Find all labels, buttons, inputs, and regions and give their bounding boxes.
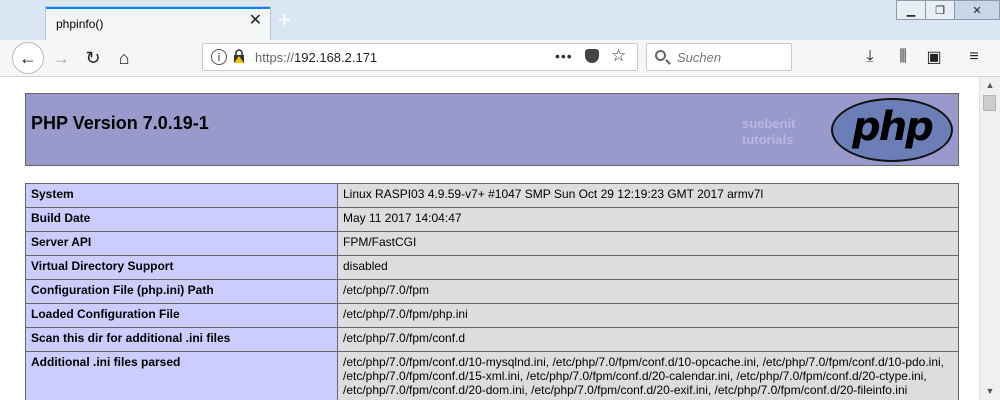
library-icon[interactable]: ⫼ — [891, 45, 915, 69]
row-label: Virtual Directory Support — [25, 255, 338, 280]
scroll-thumb[interactable] — [983, 95, 996, 111]
page-content: PHP Version 7.0.19-1 suebenit tutorials … — [0, 77, 979, 400]
search-box[interactable]: Suchen — [646, 43, 792, 71]
tab-title: phpinfo() — [56, 17, 104, 31]
download-icon[interactable]: ⤓ — [858, 45, 882, 69]
watermark: suebenit tutorials — [742, 116, 795, 148]
reload-icon[interactable]: ↻ — [80, 45, 106, 71]
table-row: Scan this dir for additional .ini files … — [25, 327, 959, 352]
tab-phpinfo[interactable]: phpinfo() ✕ — [45, 6, 271, 40]
watermark-line1: suebenit — [742, 116, 796, 131]
url-bar[interactable]: i https://192.168.2.171 ••• ☆ — [202, 43, 638, 71]
row-label: Scan this dir for additional .ini files — [25, 327, 338, 352]
scroll-down-icon[interactable]: ▼ — [980, 383, 1000, 400]
row-label: Loaded Configuration File — [25, 303, 338, 328]
tab-active-indicator — [46, 7, 270, 9]
row-label: Additional .ini files parsed — [25, 351, 338, 400]
row-value: disabled — [337, 255, 959, 280]
row-value: Linux RASPI03 4.9.59-v7+ #1047 SMP Sun O… — [337, 183, 959, 208]
page-actions-icon[interactable]: ••• — [555, 48, 573, 64]
page-title: PHP Version 7.0.19-1 — [31, 113, 209, 133]
table-row: Additional .ini files parsed /etc/php/7.… — [25, 351, 959, 400]
sidebar-icon[interactable]: ▣ — [922, 45, 946, 69]
bookmark-star-icon[interactable]: ☆ — [611, 46, 626, 66]
table-row: Virtual Directory Support disabled — [25, 255, 959, 280]
minimize-icon[interactable]: ▁ — [896, 0, 926, 20]
url-host: 192.168.2.171 — [294, 50, 378, 65]
search-placeholder: Suchen — [677, 50, 722, 65]
row-value: /etc/php/7.0/fpm — [337, 279, 959, 304]
menu-icon[interactable]: ≡ — [962, 45, 986, 69]
row-value: /etc/php/7.0/fpm/conf.d/10-mysqlnd.ini, … — [337, 351, 959, 400]
scroll-up-icon[interactable]: ▲ — [980, 77, 1000, 94]
lock-warning-icon[interactable] — [233, 49, 245, 63]
row-value: /etc/php/7.0/fpm/php.ini — [337, 303, 959, 328]
row-value: May 11 2017 14:04:47 — [337, 207, 959, 232]
row-label: System — [25, 183, 338, 208]
forward-arrow-icon[interactable]: → — [48, 45, 74, 71]
row-label: Configuration File (php.ini) Path — [25, 279, 338, 304]
watermark-line2: tutorials — [742, 132, 794, 147]
php-logo[interactable]: php — [831, 98, 953, 162]
row-label: Server API — [25, 231, 338, 256]
row-value: FPM/FastCGI — [337, 231, 959, 256]
window-close-icon[interactable]: ✕ — [954, 0, 1000, 20]
row-value: /etc/php/7.0/fpm/conf.d — [337, 327, 959, 352]
url-protocol: https:// — [255, 50, 295, 65]
php-logo-text: php — [852, 104, 934, 150]
new-tab-icon[interactable]: + — [278, 8, 291, 32]
maximize-icon[interactable]: ❐ — [925, 0, 955, 20]
row-label: Build Date — [25, 207, 338, 232]
table-row: Loaded Configuration File /etc/php/7.0/f… — [25, 303, 959, 328]
vertical-scrollbar[interactable]: ▲ ▼ — [979, 77, 1000, 400]
php-info-table: System Linux RASPI03 4.9.59-v7+ #1047 SM… — [25, 183, 959, 400]
url-text[interactable]: https://192.168.2.171 — [255, 50, 377, 65]
info-icon[interactable]: i — [211, 49, 227, 65]
back-arrow-icon[interactable]: ← — [12, 42, 44, 74]
pocket-icon[interactable] — [585, 49, 599, 63]
search-icon — [655, 50, 666, 61]
home-icon[interactable]: ⌂ — [111, 45, 137, 71]
table-row: System Linux RASPI03 4.9.59-v7+ #1047 SM… — [25, 183, 959, 208]
table-row: Configuration File (php.ini) Path /etc/p… — [25, 279, 959, 304]
table-row: Build Date May 11 2017 14:04:47 — [25, 207, 959, 232]
close-tab-icon[interactable]: ✕ — [249, 13, 262, 29]
tab-strip: phpinfo() ✕ + ▁ ❐ ✕ — [0, 0, 1000, 41]
navigation-toolbar: ← → ↻ ⌂ i https://192.168.2.171 ••• ☆ Su… — [0, 40, 1000, 77]
table-row: Server API FPM/FastCGI — [25, 231, 959, 256]
window-controls: ▁ ❐ ✕ — [896, 0, 1000, 22]
php-version-header: PHP Version 7.0.19-1 suebenit tutorials … — [25, 93, 959, 166]
